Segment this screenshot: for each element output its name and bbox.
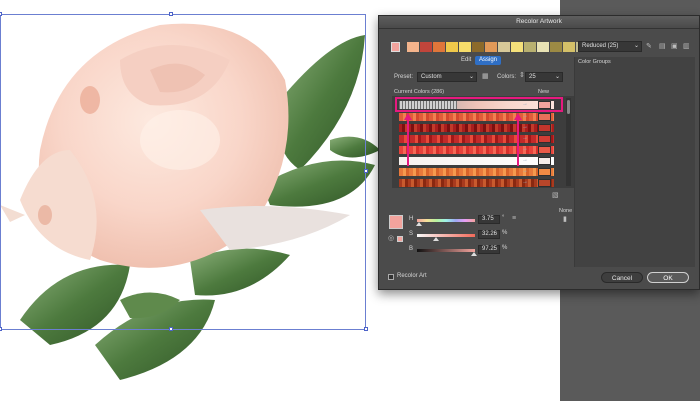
color-row[interactable]	[399, 146, 554, 154]
dialog-title: Recolor Artwork	[379, 16, 699, 29]
hue-slider-thumb[interactable]	[416, 222, 422, 226]
arrow-right-icon: →	[522, 124, 528, 130]
preset-select[interactable]: Custom ⌄	[417, 72, 477, 82]
delete-group-icon[interactable]: ▥	[683, 43, 690, 51]
new-color-swatch[interactable]	[538, 146, 551, 154]
annotation-arrow-line	[517, 119, 519, 166]
h-label: H	[409, 216, 414, 222]
colors-count-select[interactable]: 25 ⌄	[525, 72, 563, 82]
color-row[interactable]	[399, 124, 554, 132]
color-groups-label: Color Groups	[578, 59, 611, 65]
harmony-color-strip[interactable]	[407, 42, 589, 52]
cancel-button[interactable]: Cancel	[601, 272, 643, 283]
selection-handle[interactable]	[364, 327, 368, 331]
expand-icon[interactable]: ≡	[512, 215, 516, 223]
preset-select-value: Custom	[421, 74, 442, 80]
saturation-slider[interactable]	[417, 234, 475, 237]
annotation-arrow-line	[407, 119, 409, 166]
new-color-swatch[interactable]	[538, 168, 551, 176]
h-unit: °	[502, 215, 505, 221]
b-unit: %	[502, 245, 508, 251]
ok-button[interactable]: OK	[647, 272, 689, 283]
arrow-right-icon: →	[522, 135, 528, 141]
recolor-art-checkbox[interactable]	[388, 274, 394, 280]
s-unit: %	[502, 230, 508, 236]
new-color-swatch[interactable]	[538, 157, 551, 165]
selection-handle[interactable]	[0, 327, 2, 331]
save-group-icon[interactable]: ▤	[659, 43, 666, 51]
new-color-swatch[interactable]	[538, 124, 551, 132]
h-value: 3.75	[482, 216, 494, 222]
new-color-swatch[interactable]	[538, 135, 551, 143]
s-label: S	[409, 231, 414, 237]
tab-assign[interactable]: Assign	[475, 56, 502, 65]
color-reduction-options-icon[interactable]: ▦	[482, 73, 489, 81]
chevron-down-icon: ⌄	[633, 43, 639, 49]
eyedropper-icon[interactable]: ✎	[646, 43, 652, 51]
b-value-field[interactable]: 97.25	[478, 245, 500, 254]
new-color-swatch[interactable]	[538, 113, 551, 121]
color-group-select[interactable]: Reduced (25) ⌄	[578, 41, 642, 52]
stepper-icon[interactable]: ⇕	[519, 72, 525, 80]
active-color-swatch[interactable]	[391, 42, 400, 52]
chevron-down-icon: ⌄	[468, 74, 474, 80]
brightness-slider[interactable]	[417, 249, 475, 252]
s-value: 32.26	[482, 231, 498, 237]
hue-slider[interactable]	[417, 219, 475, 222]
color-row[interactable]	[399, 168, 554, 176]
selection-handle[interactable]	[0, 12, 2, 16]
b-label: B	[409, 246, 414, 252]
color-group-select-value: Reduced (25)	[582, 43, 619, 49]
color-row[interactable]	[399, 113, 554, 121]
new-colors-label: New	[538, 89, 550, 95]
s-value-field[interactable]: 32.26	[478, 230, 500, 239]
recolor-art-label: Recolor Art	[397, 273, 427, 279]
arrow-right-icon: →	[522, 179, 528, 185]
color-row[interactable]	[399, 179, 554, 187]
tab-edit[interactable]: Edit	[457, 56, 475, 65]
new-group-icon[interactable]: ▣	[671, 43, 678, 51]
color-rows-scrollbar[interactable]	[566, 98, 571, 186]
selected-color-swatch[interactable]	[389, 215, 403, 229]
new-color-swatch[interactable]	[538, 179, 551, 187]
selection-handle[interactable]	[169, 12, 173, 16]
h-value-field[interactable]: 3.75	[478, 215, 500, 224]
chevron-down-icon: ⌄	[554, 74, 560, 80]
arrow-right-icon: →	[522, 168, 528, 174]
secondary-color-swatch[interactable]	[397, 236, 403, 242]
arrow-right-icon: →	[522, 113, 528, 119]
color-row[interactable]	[399, 135, 554, 143]
annotation-highlight-box	[395, 97, 563, 112]
scroll-icon[interactable]: ▮	[563, 216, 567, 224]
recolor-artwork-dialog: Recolor Artwork Reduced (25) ⌄ ✎ ▤ ▣ ▥ E…	[378, 15, 700, 290]
random-change-icon[interactable]: ▧	[552, 192, 559, 200]
color-groups-panel: Color Groups	[574, 57, 695, 267]
preset-label: Preset:	[394, 74, 414, 80]
arrow-right-icon: →	[522, 157, 528, 163]
arrow-right-icon: →	[522, 146, 528, 152]
none-label: None	[559, 208, 573, 214]
brightness-slider-thumb[interactable]	[471, 252, 477, 256]
selection-handle[interactable]	[169, 327, 173, 331]
b-value: 97.25	[482, 246, 498, 252]
colors-count-value: 25	[529, 74, 536, 80]
current-colors-label: Current Colors (286)	[394, 89, 445, 95]
saturation-slider-thumb[interactable]	[433, 237, 439, 241]
selection-handle[interactable]	[364, 169, 368, 173]
selection-bounding-box[interactable]	[0, 14, 366, 330]
color-mode-icon[interactable]: ◎	[388, 235, 394, 243]
colors-label: Colors:	[497, 74, 517, 80]
color-row[interactable]	[399, 157, 554, 165]
